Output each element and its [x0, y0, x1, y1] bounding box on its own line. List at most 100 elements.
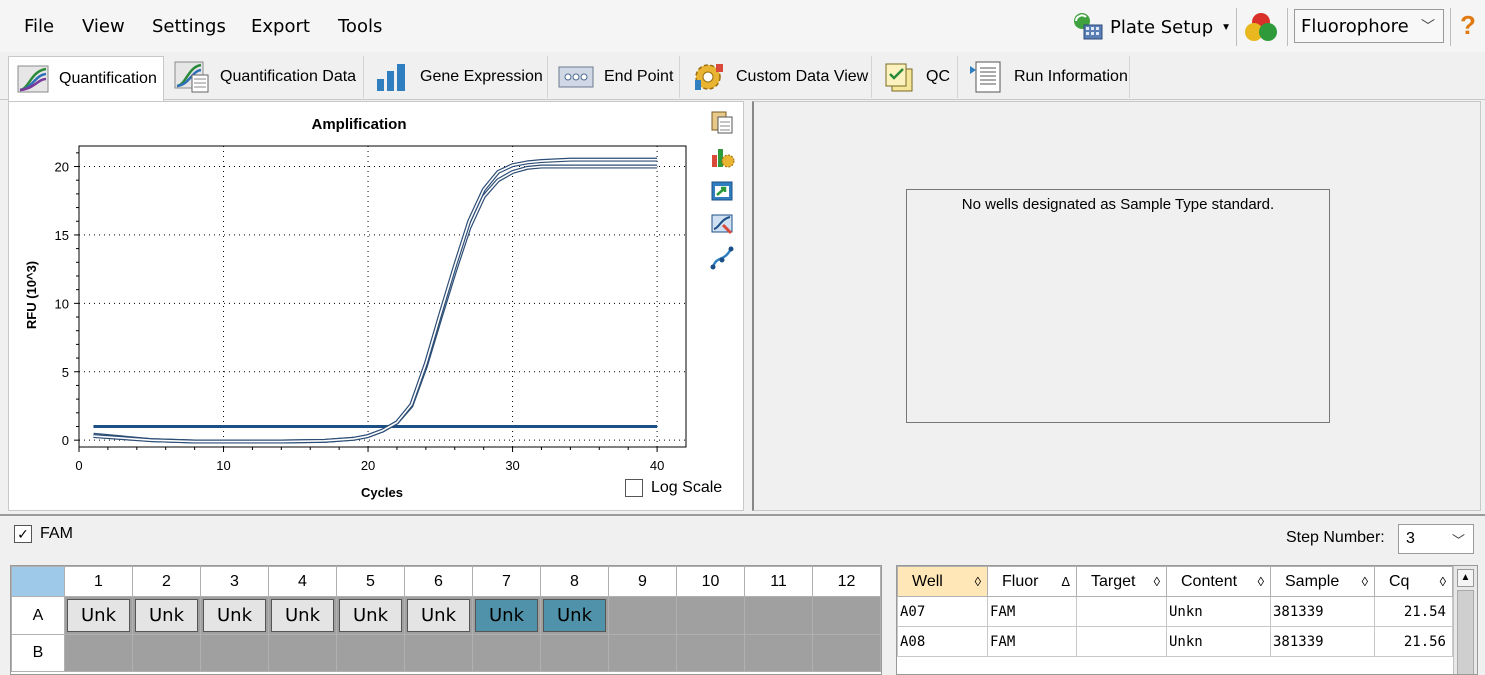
plate-well-empty[interactable]	[744, 634, 813, 672]
plate-well-empty[interactable]	[812, 634, 881, 672]
plate-well-empty[interactable]	[268, 634, 337, 672]
scroll-up-icon[interactable]: ▲	[1457, 569, 1474, 587]
tab-custom-data-view[interactable]: Custom Data View	[682, 56, 872, 98]
tab-label: Custom Data View	[736, 68, 869, 85]
plate-column-header[interactable]: 11	[744, 566, 813, 597]
plate-column-header[interactable]: 3	[200, 566, 269, 597]
results-column-header[interactable]: Well ◊	[897, 566, 988, 597]
plate-row: B	[11, 634, 881, 672]
bar-chart-icon	[377, 64, 405, 91]
fluorophore-select[interactable]: Fluorophore ﹀	[1294, 9, 1444, 43]
plate-column-header[interactable]: 6	[404, 566, 473, 597]
plate-well-empty[interactable]	[472, 634, 541, 672]
plate-column-header[interactable]: 2	[132, 566, 201, 597]
tab-quantification-data[interactable]: Quantification Data	[166, 56, 364, 98]
zoom-chart-icon[interactable]	[709, 211, 735, 237]
plate-well[interactable]: Unk	[472, 596, 541, 635]
well-content-label: Unk	[475, 599, 538, 632]
results-column-header[interactable]: Content ◊	[1166, 566, 1271, 597]
tab-run-information[interactable]: Run Information	[960, 56, 1130, 98]
fluorophore-select-value: Fluorophore	[1301, 15, 1409, 37]
plate-well-empty[interactable]	[132, 634, 201, 672]
results-cell-well: A08	[897, 626, 988, 657]
dye-calibration-icon[interactable]	[1243, 10, 1279, 44]
plate-row-header[interactable]: B	[11, 634, 65, 672]
plate-well[interactable]: Unk	[268, 596, 337, 635]
plate-column-header[interactable]: 4	[268, 566, 337, 597]
plate-row-header[interactable]: A	[11, 596, 65, 635]
tab-qc[interactable]: QC	[874, 56, 958, 98]
scroll-thumb[interactable]	[1457, 590, 1474, 674]
copy-icon[interactable]	[709, 109, 735, 135]
export-icon[interactable]	[709, 177, 735, 203]
y-axis-label: RFU (10^3)	[24, 261, 39, 329]
plate-well[interactable]: Unk	[200, 596, 269, 635]
sort-icon[interactable]: ◊	[975, 574, 981, 589]
results-row[interactable]: A08 FAM Unkn 381339 21.56	[897, 626, 1453, 657]
standard-curve-box: No wells designated as Sample Type stand…	[906, 189, 1330, 423]
results-column-header[interactable]: Cq ◊	[1374, 566, 1453, 597]
plate-setup-button[interactable]: Plate Setup ▼	[1070, 8, 1231, 46]
help-icon[interactable]: ?	[1460, 10, 1476, 41]
menu-tools[interactable]: Tools	[338, 16, 382, 37]
plate-well-empty[interactable]	[540, 634, 609, 672]
tab-label: QC	[926, 68, 950, 85]
menu-settings[interactable]: Settings	[152, 16, 226, 37]
results-cell-content: Unkn	[1166, 626, 1271, 657]
menu-file[interactable]: File	[24, 16, 54, 37]
menu-export[interactable]: Export	[251, 16, 310, 37]
plate-grid: 1 2 3 4 5 6 7 8 9 10 11 12 A Unk Unk Unk Unk Unk Unk Unk Un…	[10, 565, 882, 675]
plate-well[interactable]: Unk	[64, 596, 133, 635]
plate-column-header[interactable]: 12	[812, 566, 881, 597]
plate-well-empty[interactable]	[64, 634, 133, 672]
plate-well-empty[interactable]	[608, 634, 677, 672]
menu-view[interactable]: View	[82, 16, 125, 37]
no-standard-message: No wells designated as Sample Type stand…	[961, 196, 1275, 213]
plate-well[interactable]: Unk	[132, 596, 201, 635]
amplification-curve-icon	[17, 65, 49, 93]
checkbox-box[interactable]	[625, 479, 643, 497]
plate-well-empty[interactable]	[404, 634, 473, 672]
plate-column-header[interactable]: 7	[472, 566, 541, 597]
tab-quantification[interactable]: Quantification	[8, 56, 164, 102]
plate-column-header[interactable]: 10	[676, 566, 745, 597]
chart-options-icon[interactable]	[709, 143, 735, 169]
curve-fit-icon[interactable]	[709, 245, 735, 271]
plate-well-empty[interactable]	[336, 634, 405, 672]
plate-column-header[interactable]: 1	[64, 566, 133, 597]
sort-icon[interactable]: ◊	[1154, 574, 1160, 589]
results-column-header[interactable]: Target ◊	[1076, 566, 1167, 597]
plate-select-all[interactable]	[11, 566, 65, 597]
well-content-label: Unk	[271, 599, 334, 632]
amplification-chart[interactable]: 0 10 20 30 40 0 5 10 15 20 Amplification Cycles R…	[9, 102, 743, 510]
sort-icon[interactable]: ◊	[1440, 574, 1446, 589]
plate-well[interactable]: Unk	[540, 596, 609, 635]
tab-end-point[interactable]: End Point	[550, 56, 680, 98]
plate-well[interactable]: Unk	[404, 596, 473, 635]
fam-checkbox[interactable]: ✓ FAM	[14, 525, 73, 543]
results-column-header[interactable]: Fluor Δ	[987, 566, 1077, 597]
tab-gene-expression[interactable]: Gene Expression	[366, 56, 548, 98]
log-scale-checkbox[interactable]: Log Scale	[625, 479, 722, 497]
step-number-select[interactable]: 3 ﹀	[1398, 524, 1474, 554]
plate-column-header[interactable]: 8	[540, 566, 609, 597]
results-scrollbar[interactable]: ▲	[1453, 566, 1477, 674]
plate-well-empty[interactable]	[200, 634, 269, 672]
results-row[interactable]: A07 FAM Unkn 381339 21.54	[897, 596, 1453, 627]
plate-column-header[interactable]: 9	[608, 566, 677, 597]
sort-icon[interactable]: ◊	[1258, 574, 1264, 589]
plate-well-empty[interactable]	[608, 596, 677, 635]
sort-icon[interactable]: Δ	[1061, 574, 1070, 589]
plate-well-empty[interactable]	[812, 596, 881, 635]
sort-icon[interactable]: ◊	[1362, 574, 1368, 589]
plate-well-empty[interactable]	[676, 634, 745, 672]
results-column-header[interactable]: Sample ◊	[1270, 566, 1375, 597]
y-tick-label: 20	[55, 160, 69, 175]
plate-column-header[interactable]: 5	[336, 566, 405, 597]
checkmark-icon[interactable]: ✓	[14, 525, 32, 543]
plate-well-empty[interactable]	[676, 596, 745, 635]
x-tick-label: 10	[216, 458, 230, 473]
plate-well[interactable]: Unk	[336, 596, 405, 635]
plate-well-empty[interactable]	[744, 596, 813, 635]
results-cell-content: Unkn	[1166, 596, 1271, 627]
